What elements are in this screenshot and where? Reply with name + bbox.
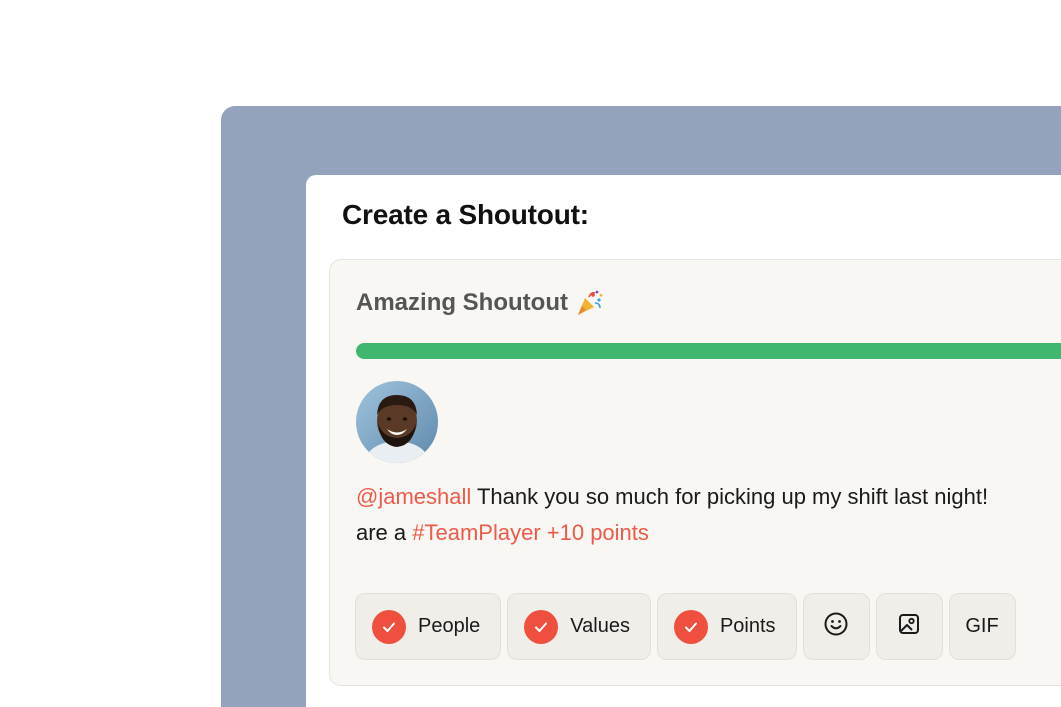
values-button[interactable]: Values: [507, 593, 651, 660]
shoutout-toolbar: People Values Points GIF: [355, 593, 1016, 660]
message-line-2: are a #TeamPlayer +10 points: [356, 515, 1061, 551]
shoutout-title: Amazing Shoutout: [356, 288, 604, 318]
hashtag-link[interactable]: #TeamPlayer: [412, 520, 540, 545]
points-button-label: Points: [719, 615, 776, 637]
shoutout-progress-bar: [356, 343, 1061, 359]
create-shoutout-card: Create a Shoutout: Amazing Shoutout @jam…: [306, 175, 1061, 707]
values-button-label: Values: [570, 615, 630, 637]
check-icon: [673, 609, 708, 644]
gif-button-label: GIF: [965, 615, 999, 637]
gif-button[interactable]: GIF: [948, 593, 1016, 660]
image-button[interactable]: [875, 593, 943, 660]
page-title: Create a Shoutout:: [342, 199, 589, 230]
check-icon: [524, 609, 559, 644]
people-button-label: People: [418, 615, 481, 637]
emoji-button[interactable]: [802, 593, 870, 660]
message-text-2: are a: [356, 520, 413, 545]
progress-fill: [356, 343, 1061, 359]
shoutout-title-label: Amazing Shoutout: [356, 289, 568, 316]
people-button[interactable]: People: [355, 593, 502, 660]
image-icon: [897, 612, 921, 642]
party-popper-icon: [574, 288, 604, 318]
smiley-icon: [823, 611, 849, 643]
points-tag: +10 points: [540, 520, 649, 545]
avatar: [356, 381, 438, 463]
points-button[interactable]: Points: [656, 593, 797, 660]
message-text: Thank you so much for picking up my shif…: [471, 484, 989, 509]
shoutout-message[interactable]: @jameshall Thank you so much for picking…: [356, 479, 1061, 551]
check-icon: [372, 609, 406, 644]
mention-link[interactable]: @jameshall: [356, 484, 471, 509]
shoutout-composer[interactable]: Amazing Shoutout @jameshall Thank you so…: [329, 259, 1061, 686]
message-line-1: @jameshall Thank you so much for picking…: [356, 479, 1061, 515]
